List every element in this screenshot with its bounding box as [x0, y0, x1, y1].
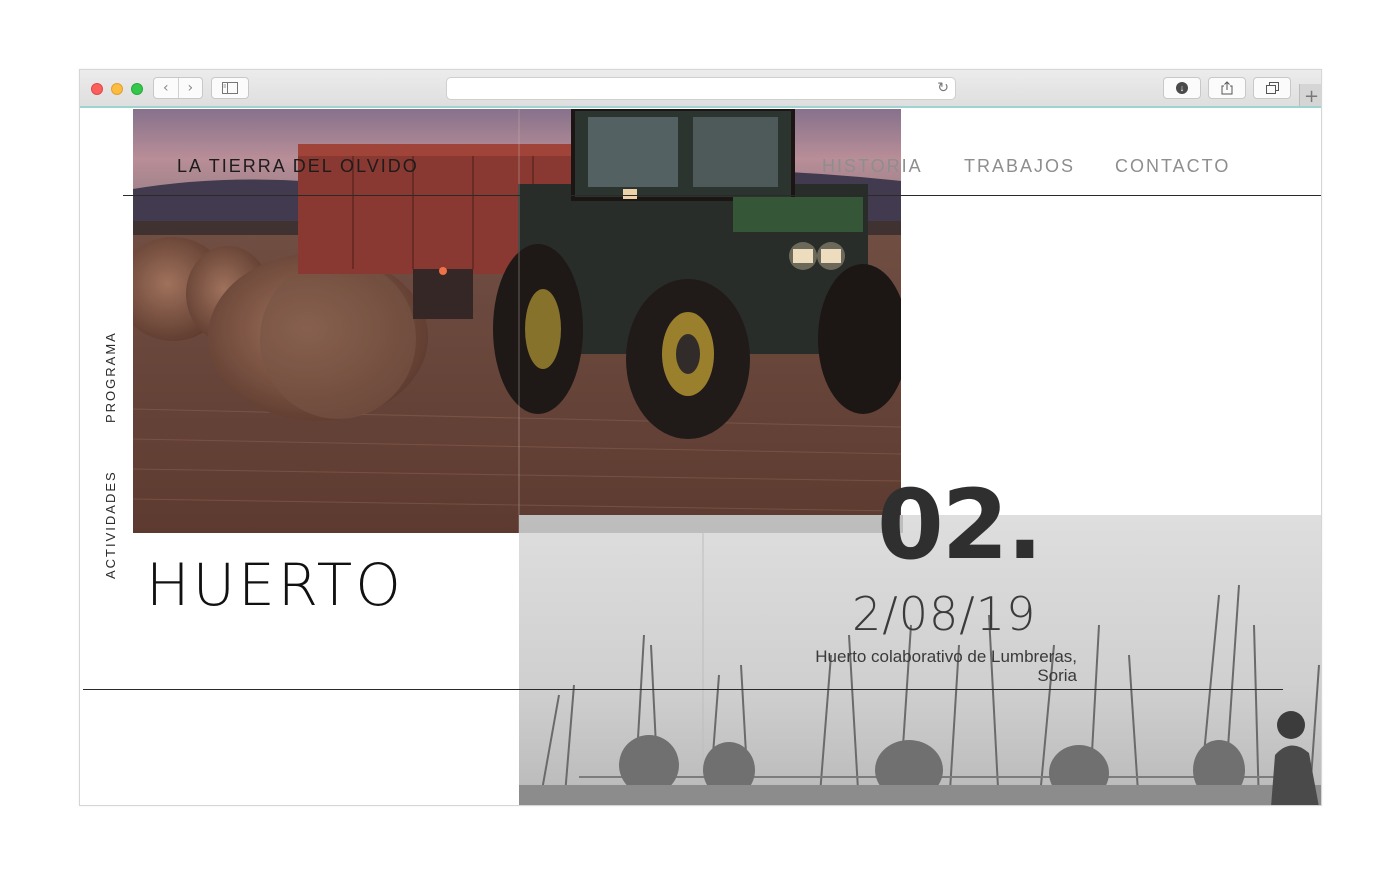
nav-contacto[interactable]: CONTACTO	[1115, 156, 1230, 177]
nav-historia[interactable]: HISTORIA	[822, 156, 923, 177]
history-nav-group: ‹ ›	[153, 77, 203, 99]
web-page: LA TIERRA DEL OLVIDO HISTORIA TRABAJOS C…	[80, 109, 1321, 805]
share-icon	[1221, 81, 1233, 95]
event-date: 2/08/19	[852, 587, 1037, 641]
browser-toolbar: ‹ › ↻ ↓ +	[80, 70, 1321, 108]
minimize-window-button[interactable]	[111, 83, 123, 95]
location-line-1: Huerto colaborativo de Lumbreras,	[815, 647, 1077, 666]
browser-window: ‹ › ↻ ↓ + LA TIERRA DEL OLVIDO HISTORIA …	[79, 69, 1322, 806]
address-bar[interactable]: ↻	[446, 77, 956, 100]
download-button[interactable]: ↓	[1163, 77, 1201, 99]
event-title: HUERTO	[146, 551, 404, 619]
chevron-left-icon[interactable]: ‹	[154, 80, 178, 96]
close-window-button[interactable]	[91, 83, 103, 95]
plus-icon[interactable]: +	[1299, 84, 1321, 108]
side-link-actividades[interactable]: ACTIVIDADES	[103, 470, 118, 579]
reload-icon[interactable]: ↻	[937, 80, 949, 96]
tabs-icon	[1265, 82, 1279, 94]
event-location: Huerto colaborativo de Lumbreras, Soria	[770, 647, 1077, 685]
site-logo[interactable]: LA TIERRA DEL OLVIDO	[177, 156, 419, 177]
chevron-right-icon[interactable]: ›	[179, 80, 203, 96]
sidebar-button[interactable]	[211, 77, 249, 99]
maximize-window-button[interactable]	[131, 83, 143, 95]
section-rule	[83, 689, 1283, 690]
header-rule	[123, 195, 1321, 196]
location-line-2: Soria	[1037, 666, 1077, 685]
show-tabs-button[interactable]	[1253, 77, 1291, 99]
download-icon: ↓	[1176, 82, 1188, 94]
share-button[interactable]	[1208, 77, 1246, 99]
nav-trabajos[interactable]: TRABAJOS	[964, 156, 1075, 177]
event-number: 02.	[877, 469, 1043, 581]
side-link-programa[interactable]: PROGRAMA	[103, 331, 118, 423]
sidebar-icon	[222, 82, 238, 94]
toolbar-accent-line	[80, 106, 1321, 108]
